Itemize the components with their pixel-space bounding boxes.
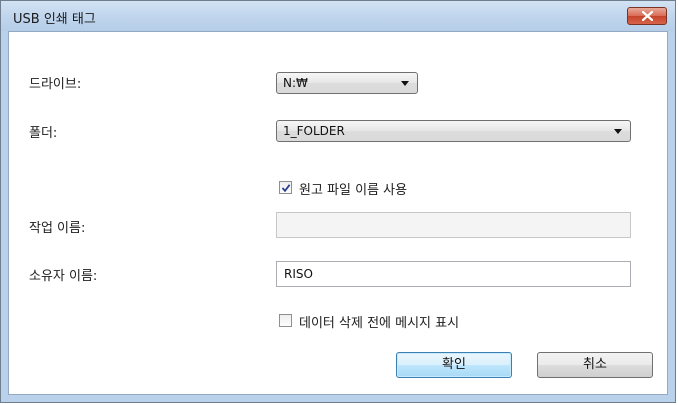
close-button[interactable] <box>627 7 667 25</box>
folder-select-value: 1_FOLDER <box>283 124 345 138</box>
use-filename-checkbox[interactable] <box>279 181 292 194</box>
chevron-down-icon <box>401 81 409 86</box>
job-name-label: 작업 이름: <box>29 221 86 236</box>
drive-select-value: N:₩ <box>283 76 308 90</box>
drive-select[interactable]: N:₩ <box>276 72 418 94</box>
chevron-down-icon <box>614 129 622 134</box>
drive-label: 드라이브: <box>29 77 82 92</box>
job-name-field[interactable] <box>276 212 631 238</box>
owner-name-label: 소유자 이름: <box>29 269 98 284</box>
dialog-title: USB 인쇄 태그 <box>13 12 96 27</box>
close-icon <box>642 11 653 21</box>
checkmark-icon <box>281 184 291 193</box>
owner-name-field[interactable]: RISO <box>276 261 631 287</box>
ok-button[interactable]: 확인 <box>396 352 512 378</box>
title-bar[interactable]: USB 인쇄 태그 <box>1 1 675 31</box>
folder-select[interactable]: 1_FOLDER <box>276 120 631 142</box>
owner-name-value: RISO <box>284 267 313 281</box>
cancel-button[interactable]: 취소 <box>537 352 653 378</box>
show-message-checkbox[interactable] <box>279 314 292 327</box>
dialog-body: 드라이브: N:₩ 폴더: 1_FOLDER 원고 파일 이름 사용 작업 이름… <box>8 31 668 395</box>
use-filename-label[interactable]: 원고 파일 이름 사용 <box>299 179 407 198</box>
usb-print-tag-dialog: USB 인쇄 태그 드라이브: N:₩ 폴더: 1_FOLDER 원고 파일 이… <box>0 0 676 403</box>
show-message-label[interactable]: 데이터 삭제 전에 메시지 표시 <box>299 312 459 331</box>
folder-label: 폴더: <box>29 126 58 141</box>
